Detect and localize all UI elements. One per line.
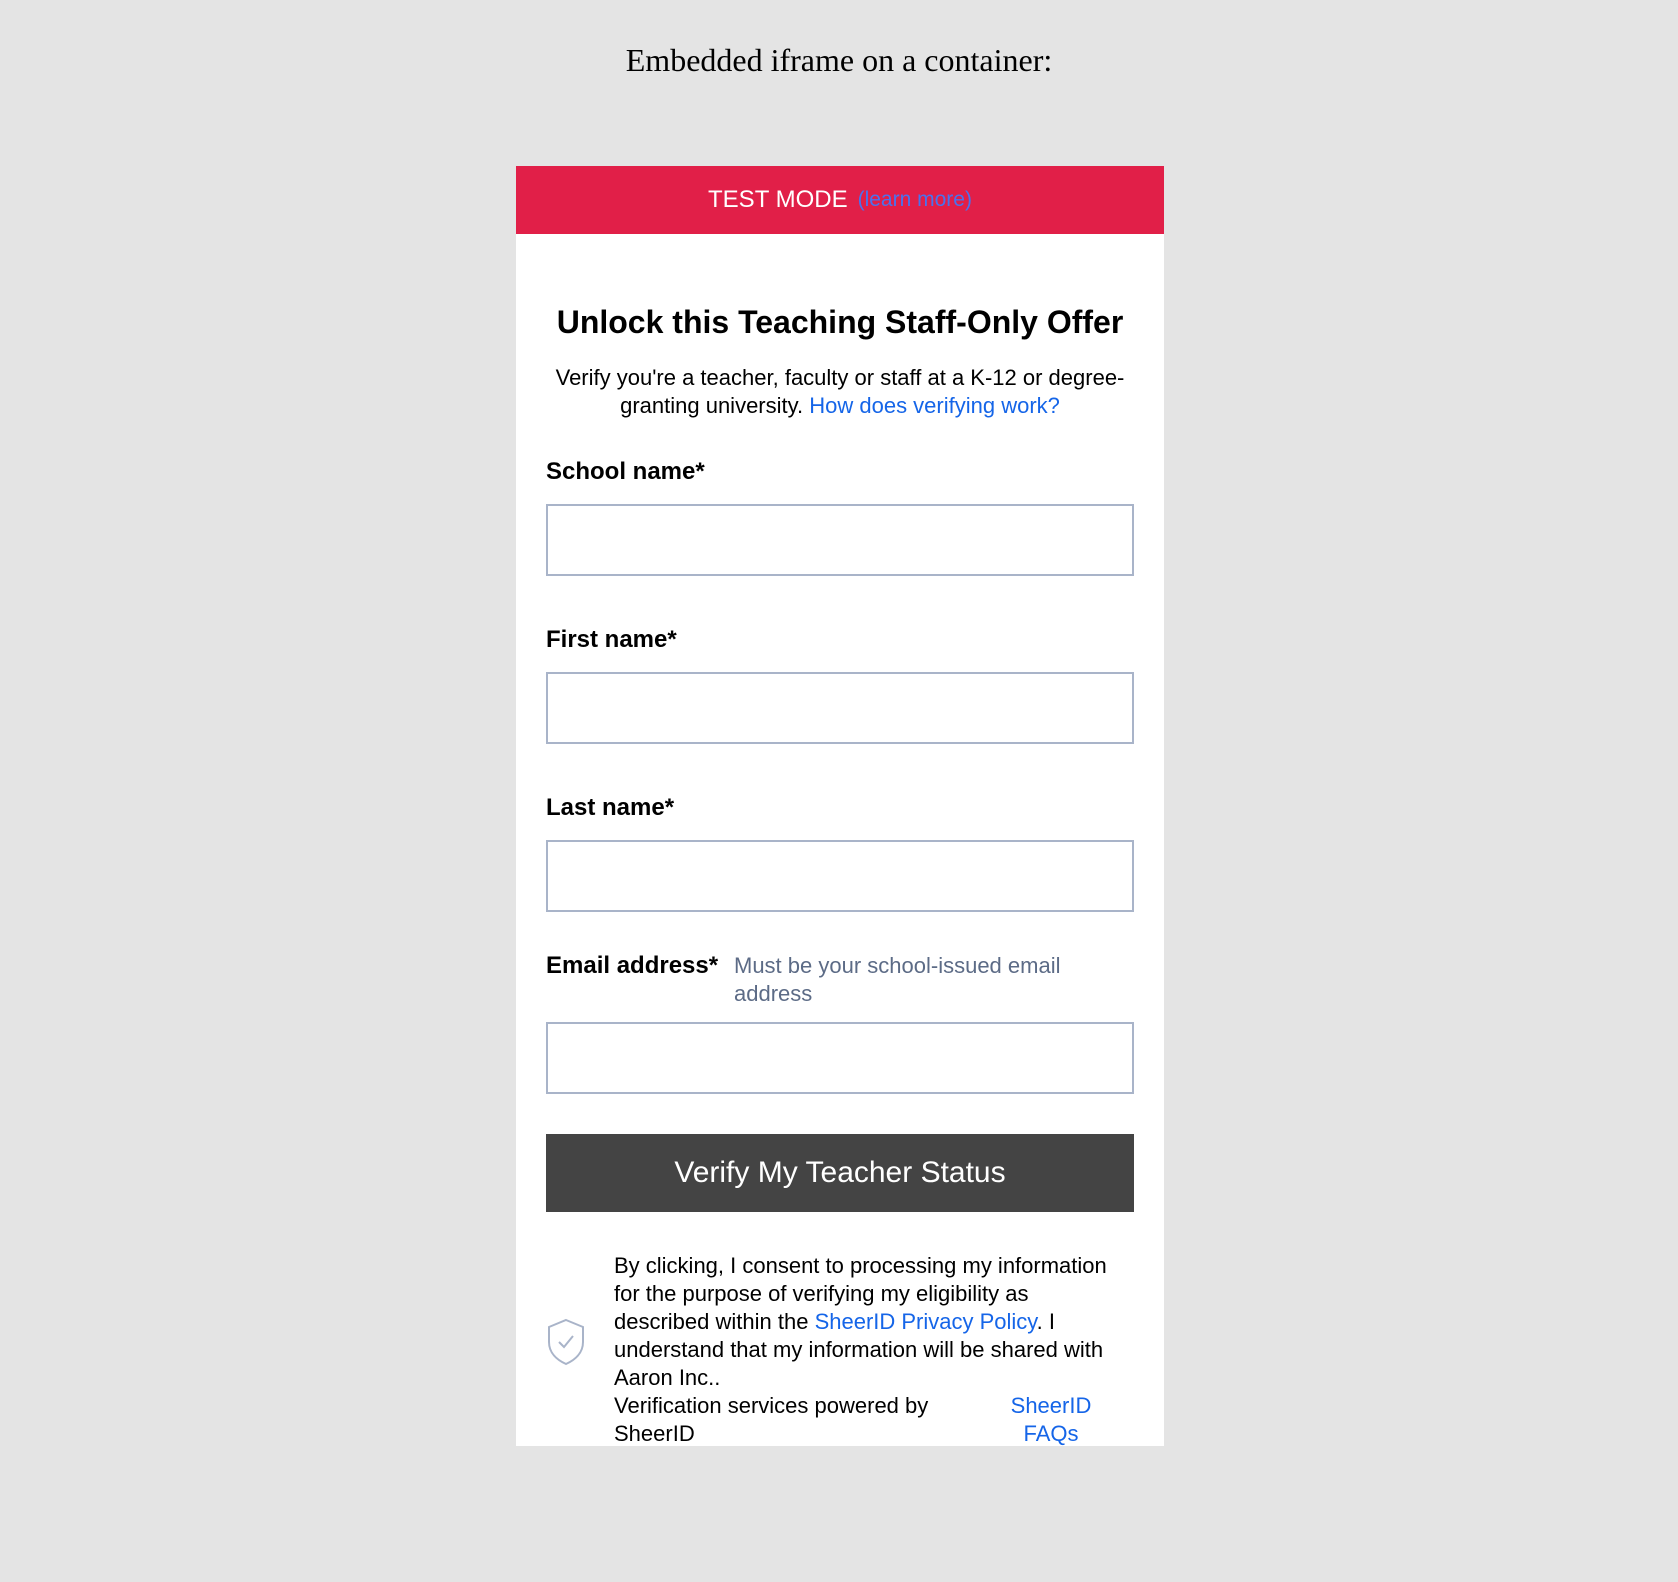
school-name-label: School name* <box>546 458 705 485</box>
first-name-field: First name* <box>546 626 1134 744</box>
first-name-label: First name* <box>546 626 677 653</box>
email-label: Email address* <box>546 952 719 979</box>
test-mode-banner: TEST MODE (learn more) <box>516 166 1164 234</box>
consent-section: By clicking, I consent to processing my … <box>546 1252 1134 1448</box>
how-verifying-works-link[interactable]: How does verifying work? <box>809 393 1060 418</box>
email-input[interactable] <box>546 1022 1134 1094</box>
school-name-input[interactable] <box>546 504 1134 576</box>
page-heading: Embedded iframe on a container: <box>625 42 1053 78</box>
sheerid-faqs-link[interactable]: SheerID FAQs <box>996 1392 1106 1448</box>
form-title: Unlock this Teaching Staff-Only Offer <box>556 304 1124 340</box>
consent-footer: Verification services powered by SheerID… <box>614 1392 1124 1448</box>
form-description: Verify you're a teacher, faculty or staf… <box>552 364 1128 420</box>
last-name-field: Last name* <box>546 794 1134 912</box>
embedded-iframe: TEST MODE (learn more) Unlock this Teach… <box>516 166 1164 1446</box>
shield-check-icon <box>548 1318 584 1366</box>
email-hint: Must be your school-issued email address <box>734 953 1061 1006</box>
first-name-input[interactable] <box>546 672 1134 744</box>
privacy-policy-link[interactable]: SheerID Privacy Policy <box>815 1309 1037 1334</box>
email-field: Email address* Must be your school-issue… <box>546 952 1134 1094</box>
test-mode-label: TEST MODE <box>708 186 848 213</box>
verify-teacher-status-button[interactable]: Verify My Teacher Status <box>546 1134 1134 1212</box>
last-name-input[interactable] <box>546 840 1134 912</box>
consent-text: By clicking, I consent to processing my … <box>614 1252 1124 1392</box>
school-name-field: School name* <box>546 458 1134 576</box>
last-name-label: Last name* <box>546 794 675 821</box>
powered-by-text: Verification services powered by SheerID <box>614 1393 929 1446</box>
learn-more-link[interactable]: (learn more) <box>858 188 972 212</box>
verification-form: Unlock this Teaching Staff-Only Offer Ve… <box>516 302 1164 1448</box>
